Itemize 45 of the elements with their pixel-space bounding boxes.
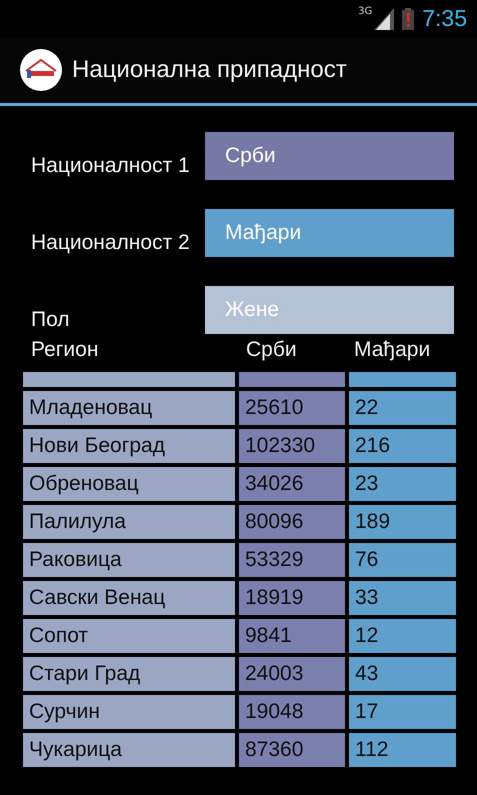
table-cell: 87360 <box>239 733 345 767</box>
table-cell: Младеновац <box>23 391 235 425</box>
filter-label: Националност 2 <box>31 230 191 256</box>
table-cell: Нови Београд <box>23 429 235 463</box>
table-cell: 18919 <box>239 581 345 615</box>
table-cell: 34026 <box>239 467 345 501</box>
table-cell: 25610 <box>239 391 345 425</box>
table-cell: 189 <box>349 505 456 539</box>
table-cell: 80096 <box>239 505 345 539</box>
signal-icon <box>374 8 394 30</box>
column-header: Мађари <box>354 338 432 363</box>
filter-label: Националност 1 <box>31 153 191 179</box>
table-cell: 17 <box>349 695 456 729</box>
table-cell: 22 <box>349 391 456 425</box>
table-cell: 43 <box>349 657 456 691</box>
clock-time: 7:35 <box>422 5 467 32</box>
table-cell: Сурчин <box>23 695 235 729</box>
table-cell: Савски Венац <box>23 581 235 615</box>
table-cell: 102330 <box>239 429 345 463</box>
network-type: 3G <box>358 6 372 17</box>
table-cell: Чукарица <box>23 733 235 767</box>
app-logo-icon <box>20 49 62 91</box>
table-cell: 24003 <box>239 657 345 691</box>
table-cell: 216 <box>349 429 456 463</box>
table-cell: 33 <box>349 581 456 615</box>
filter-dropdown[interactable]: Жене <box>205 286 454 334</box>
screen-title: Национална припадност <box>72 56 347 84</box>
table-cell: Палилула <box>23 505 235 539</box>
filter-dropdown[interactable]: Срби <box>205 132 454 180</box>
table-cell: 23 <box>349 467 456 501</box>
table-cell: 76 <box>349 543 456 577</box>
filter-dropdown[interactable]: Мађари <box>205 209 454 257</box>
table-cell: Раковица <box>23 543 235 577</box>
table-cell: 12 <box>349 619 456 653</box>
table-cell: 53329 <box>239 543 345 577</box>
table-cell: Обреновац <box>23 467 235 501</box>
table-cell: Сопот <box>23 619 235 653</box>
column-header: Срби <box>246 338 298 363</box>
table-cell: 9841 <box>239 619 345 653</box>
table-cell: 19048 <box>239 695 345 729</box>
table-cell: 112 <box>349 733 456 767</box>
table-cell: Стари Град <box>23 657 235 691</box>
filter-label: Пол <box>31 307 71 333</box>
battery-alert-icon <box>402 8 414 30</box>
column-header: Регион <box>31 338 100 363</box>
